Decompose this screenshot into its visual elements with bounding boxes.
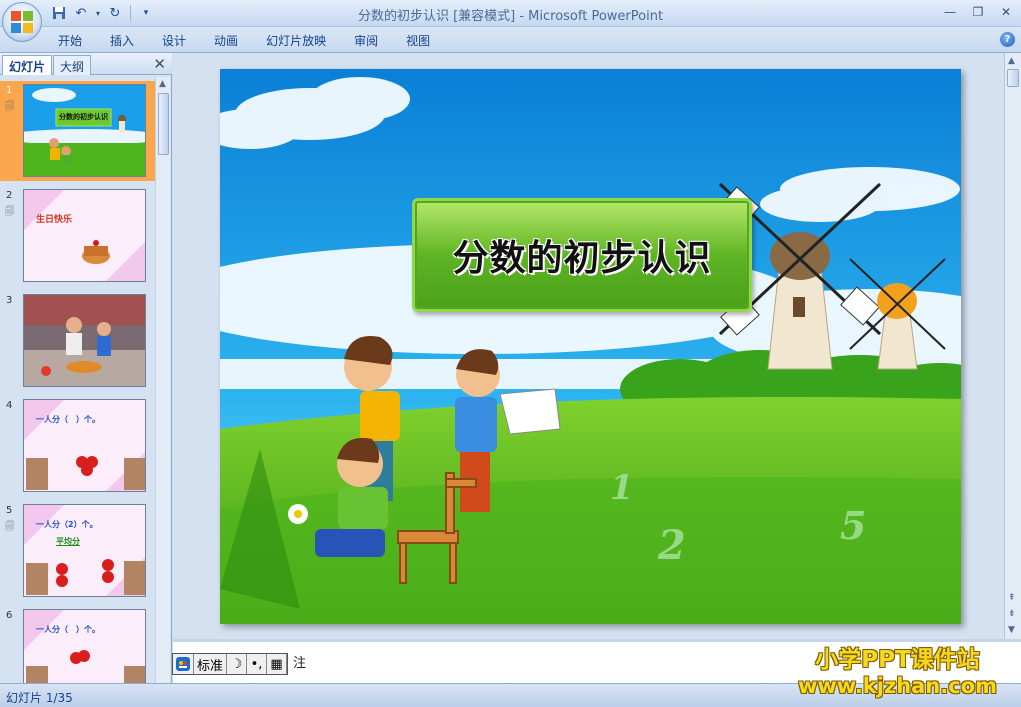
scroll-up-icon[interactable]: ▲ <box>1008 56 1015 66</box>
svg-text:2: 2 <box>657 522 686 569</box>
animation-icon: 🗐 <box>5 102 14 112</box>
ime-toolbar[interactable]: 标准 ☽ •, ▦ <box>172 653 289 675</box>
minimize-icon[interactable]: — <box>939 3 961 21</box>
thumbnail-row[interactable]: 1 🗐 分数的初步认识 <box>0 81 155 181</box>
window-title: 分数的初步认识 [兼容模式] - Microsoft PowerPoint <box>357 9 664 24</box>
tab-insert[interactable]: 插入 <box>110 32 150 49</box>
restore-icon[interactable]: ❐ <box>967 3 989 21</box>
svg-text:5: 5 <box>840 503 866 548</box>
slide-number: 5 <box>6 505 13 516</box>
window-controls: — ❐ ✕ <box>939 3 1017 21</box>
ime-keyboard-icon[interactable]: ▦ <box>267 654 288 674</box>
scroll-thumb[interactable] <box>1007 69 1019 87</box>
ime-logo-icon[interactable] <box>173 654 194 674</box>
thumbnail-title: 生日快乐 <box>36 215 73 225</box>
thumbnail-title: 一人分（2）个。 <box>36 520 98 529</box>
scroll-up-icon[interactable]: ▲ <box>159 79 166 89</box>
slide-number: 3 <box>6 295 13 306</box>
notes-placeholder: 注 <box>293 656 307 671</box>
current-slide[interactable]: 1 2 5 分数的初步认识 <box>220 69 961 624</box>
animation-icon: 🗐 <box>5 522 14 532</box>
tab-animations[interactable]: 动画 <box>214 32 254 49</box>
thumbnail-title: 一人分（ ）个。 <box>36 625 100 634</box>
tab-slideshow[interactable]: 幻灯片放映 <box>266 32 342 49</box>
close-icon[interactable]: ✕ <box>153 55 166 73</box>
tab-review[interactable]: 审阅 <box>354 32 394 49</box>
slide-thumbnail: 一人分（2）个。 平均分 <box>23 504 146 597</box>
tab-outline[interactable]: 大纲 <box>53 55 92 75</box>
ime-punctuation-icon[interactable]: •, <box>247 654 268 674</box>
thumbnail-list: 1 🗐 分数的初步认识 2 🗐 生日快乐 3 4 一人分（ ）个。 5 🗐 一人… <box>0 77 155 683</box>
ime-width-icon[interactable]: ☽ <box>227 654 248 674</box>
thumbnail-row[interactable]: 6 一人分（ ）个。 <box>0 606 155 683</box>
tab-slides[interactable]: 幻灯片 <box>2 55 53 75</box>
thumbnail-subtitle: 平均分 <box>56 537 80 546</box>
help-icon[interactable]: ? <box>1000 32 1015 47</box>
next-slide-icon[interactable]: ⇟ <box>1008 609 1016 619</box>
office-logo-icon <box>11 11 33 33</box>
thumbnail-row[interactable]: 4 一人分（ ）个。 <box>0 396 155 496</box>
ribbon-tabs: 开始 插入 设计 动画 幻灯片放映 审阅 视图 <box>58 32 458 49</box>
scroll-thumb[interactable] <box>158 93 169 155</box>
ime-mode[interactable]: 标准 <box>194 654 228 674</box>
office-button[interactable] <box>2 2 42 42</box>
slide-number: 1 <box>6 85 13 96</box>
watermark-url: www.kjzhan.com <box>797 674 997 698</box>
slide-number: 6 <box>6 610 13 621</box>
thumbnail-title: 分数的初步认识 <box>59 113 108 121</box>
close-icon[interactable]: ✕ <box>995 3 1017 21</box>
thumbnail-title: 一人分（ ）个。 <box>36 415 100 424</box>
slide-number: 2 <box>6 190 13 201</box>
title-bar: ↶ ▾ ↻ ▾ 分数的初步认识 [兼容模式] - Microsoft Power… <box>0 0 1021 42</box>
thumbnail-row[interactable]: 2 🗐 生日快乐 <box>0 186 155 286</box>
slide-number: 4 <box>6 400 13 411</box>
thumbnail-row[interactable]: 3 <box>0 291 155 391</box>
previous-slide-icon[interactable]: ⇞ <box>1008 593 1016 603</box>
scroll-down-icon[interactable]: ▼ <box>1008 625 1015 635</box>
site-watermark: 小学PPT课件站 www.kjzhan.com <box>798 640 997 698</box>
tab-design[interactable]: 设计 <box>162 32 202 49</box>
tab-view[interactable]: 视图 <box>406 32 446 49</box>
slide-thumbnail: 一人分（ ）个。 <box>23 399 146 492</box>
watermark-title: 小学PPT课件站 <box>815 647 980 673</box>
slide-title: 分数的初步认识 <box>452 238 712 279</box>
slide-scrollbar[interactable]: ▲ ⇞ ⇟ ▼ <box>1004 53 1021 639</box>
slides-panel: 幻灯片 大纲 ✕ 1 🗐 分数的初步认识 2 🗐 生日快乐 3 4 一人分（ ）… <box>0 53 172 683</box>
animation-icon: 🗐 <box>5 207 14 217</box>
slide-editor: 1 2 5 分数的初步认识 <box>173 53 1004 639</box>
slide-title-box[interactable]: 分数的初步认识 <box>412 198 752 312</box>
slide-thumbnail: 一人分（ ）个。 <box>23 609 146 683</box>
panel-tabs: 幻灯片 大纲 ✕ <box>0 53 172 75</box>
thumbnail-scrollbar[interactable]: ▲ <box>155 77 170 683</box>
tab-home[interactable]: 开始 <box>58 32 98 49</box>
slide-thumbnail: 生日快乐 <box>23 189 146 282</box>
slide-background: 1 2 5 <box>220 69 961 624</box>
svg-text:1: 1 <box>610 468 634 508</box>
slide-thumbnail: 分数的初步认识 <box>23 84 146 177</box>
slide-thumbnail <box>23 294 146 387</box>
thumbnail-row[interactable]: 5 🗐 一人分（2）个。 平均分 <box>0 501 155 601</box>
slide-counter: 幻灯片 1/35 <box>6 691 73 705</box>
ribbon: 开始 插入 设计 动画 幻灯片放映 审阅 视图 ? <box>0 27 1021 53</box>
